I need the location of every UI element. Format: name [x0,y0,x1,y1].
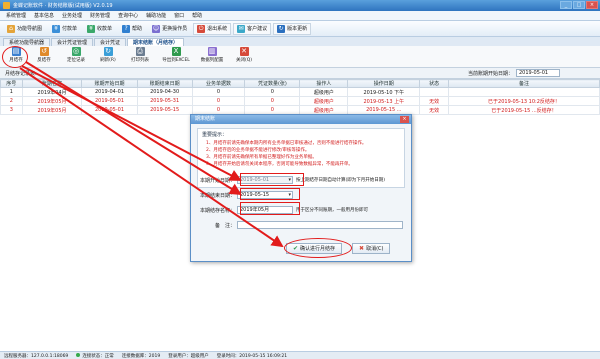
arrow-to-confirm [19,67,284,248]
arrow-to-start-date [21,65,242,181]
annotation-arrows [19,61,284,248]
arrow-to-end-date [25,61,242,196]
